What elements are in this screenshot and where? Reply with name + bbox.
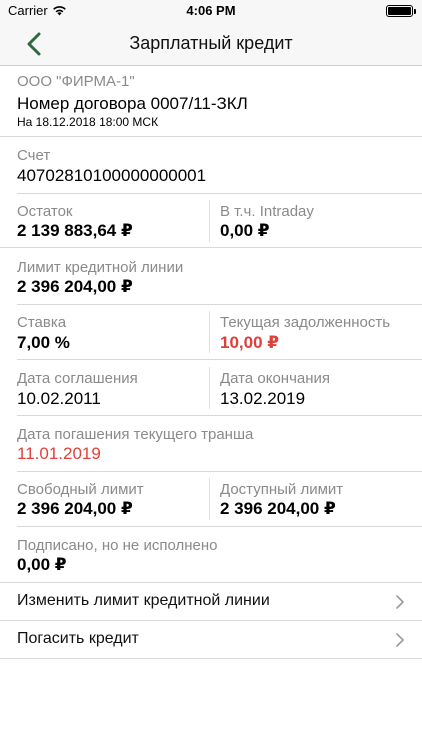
contract-date: На 18.12.2018 18:00 МСК <box>17 115 159 129</box>
free-limit-label: Свободный лимит <box>17 481 144 498</box>
available-limit-label: Доступный лимит <box>220 481 344 498</box>
status-bar: Carrier 4:06 PM <box>0 0 422 22</box>
change-limit-label: Изменить лимит кредитной линии <box>17 592 270 609</box>
intraday-label: В т.ч. Intraday <box>220 203 314 220</box>
column-separator <box>209 367 210 409</box>
tranche-date-label: Дата погашения текущего транша <box>17 426 254 443</box>
available-limit-value: 2 396 204,00 ₽ <box>220 499 336 518</box>
end-date-label: Дата окончания <box>220 370 331 387</box>
divider <box>17 193 422 194</box>
chevron-right-icon <box>396 595 404 609</box>
status-time: 4:06 PM <box>186 3 236 18</box>
chevron-right-icon <box>396 633 404 647</box>
divider <box>0 247 422 248</box>
balance-label: Остаток <box>17 203 73 220</box>
end-date-value: 13.02.2019 <box>220 389 306 408</box>
repay-credit-button[interactable]: Погасить кредит <box>0 621 422 658</box>
current-debt-value: 10,00 ₽ <box>220 333 280 352</box>
divider <box>17 471 422 472</box>
battery-icon <box>386 5 416 17</box>
divider <box>17 526 422 527</box>
rate-value: 7,00 % <box>17 333 70 352</box>
balance-value: 2 139 883,64 ₽ <box>17 221 133 240</box>
signed-pending-value: 0,00 ₽ <box>17 555 67 574</box>
tranche-date-value: 11.01.2019 <box>17 444 101 463</box>
repay-credit-label: Погасить кредит <box>17 630 139 647</box>
signed-pending-label: Подписано, но не исполнено <box>17 537 218 554</box>
column-separator <box>209 200 210 242</box>
contract-number: Номер договора 0007/11-ЗКЛ <box>17 94 248 113</box>
rate-label: Ставка <box>17 314 67 331</box>
divider <box>17 415 422 416</box>
credit-limit-label: Лимит кредитной линии <box>17 259 184 276</box>
agreement-date-value: 10.02.2011 <box>17 389 101 408</box>
account-number: 40702810100000000001 <box>17 166 207 185</box>
credit-limit-value: 2 396 204,00 ₽ <box>17 277 133 296</box>
page-title: Зарплатный кредит <box>129 33 293 53</box>
divider <box>17 359 422 360</box>
column-separator <box>209 311 210 353</box>
company-name: ООО "ФИРМА-1" <box>17 73 135 90</box>
column-separator <box>209 478 210 520</box>
current-debt-label: Текущая задолженность <box>220 314 391 331</box>
account-label: Счет <box>17 147 51 164</box>
divider <box>17 304 422 305</box>
divider <box>0 136 422 137</box>
navigation-bar: Зарплатный кредит <box>0 22 422 66</box>
agreement-date-label: Дата соглашения <box>17 370 138 387</box>
free-limit-value: 2 396 204,00 ₽ <box>17 499 133 518</box>
divider <box>0 658 422 659</box>
intraday-value: 0,00 ₽ <box>220 221 270 240</box>
change-limit-button[interactable]: Изменить лимит кредитной линии <box>0 583 422 620</box>
